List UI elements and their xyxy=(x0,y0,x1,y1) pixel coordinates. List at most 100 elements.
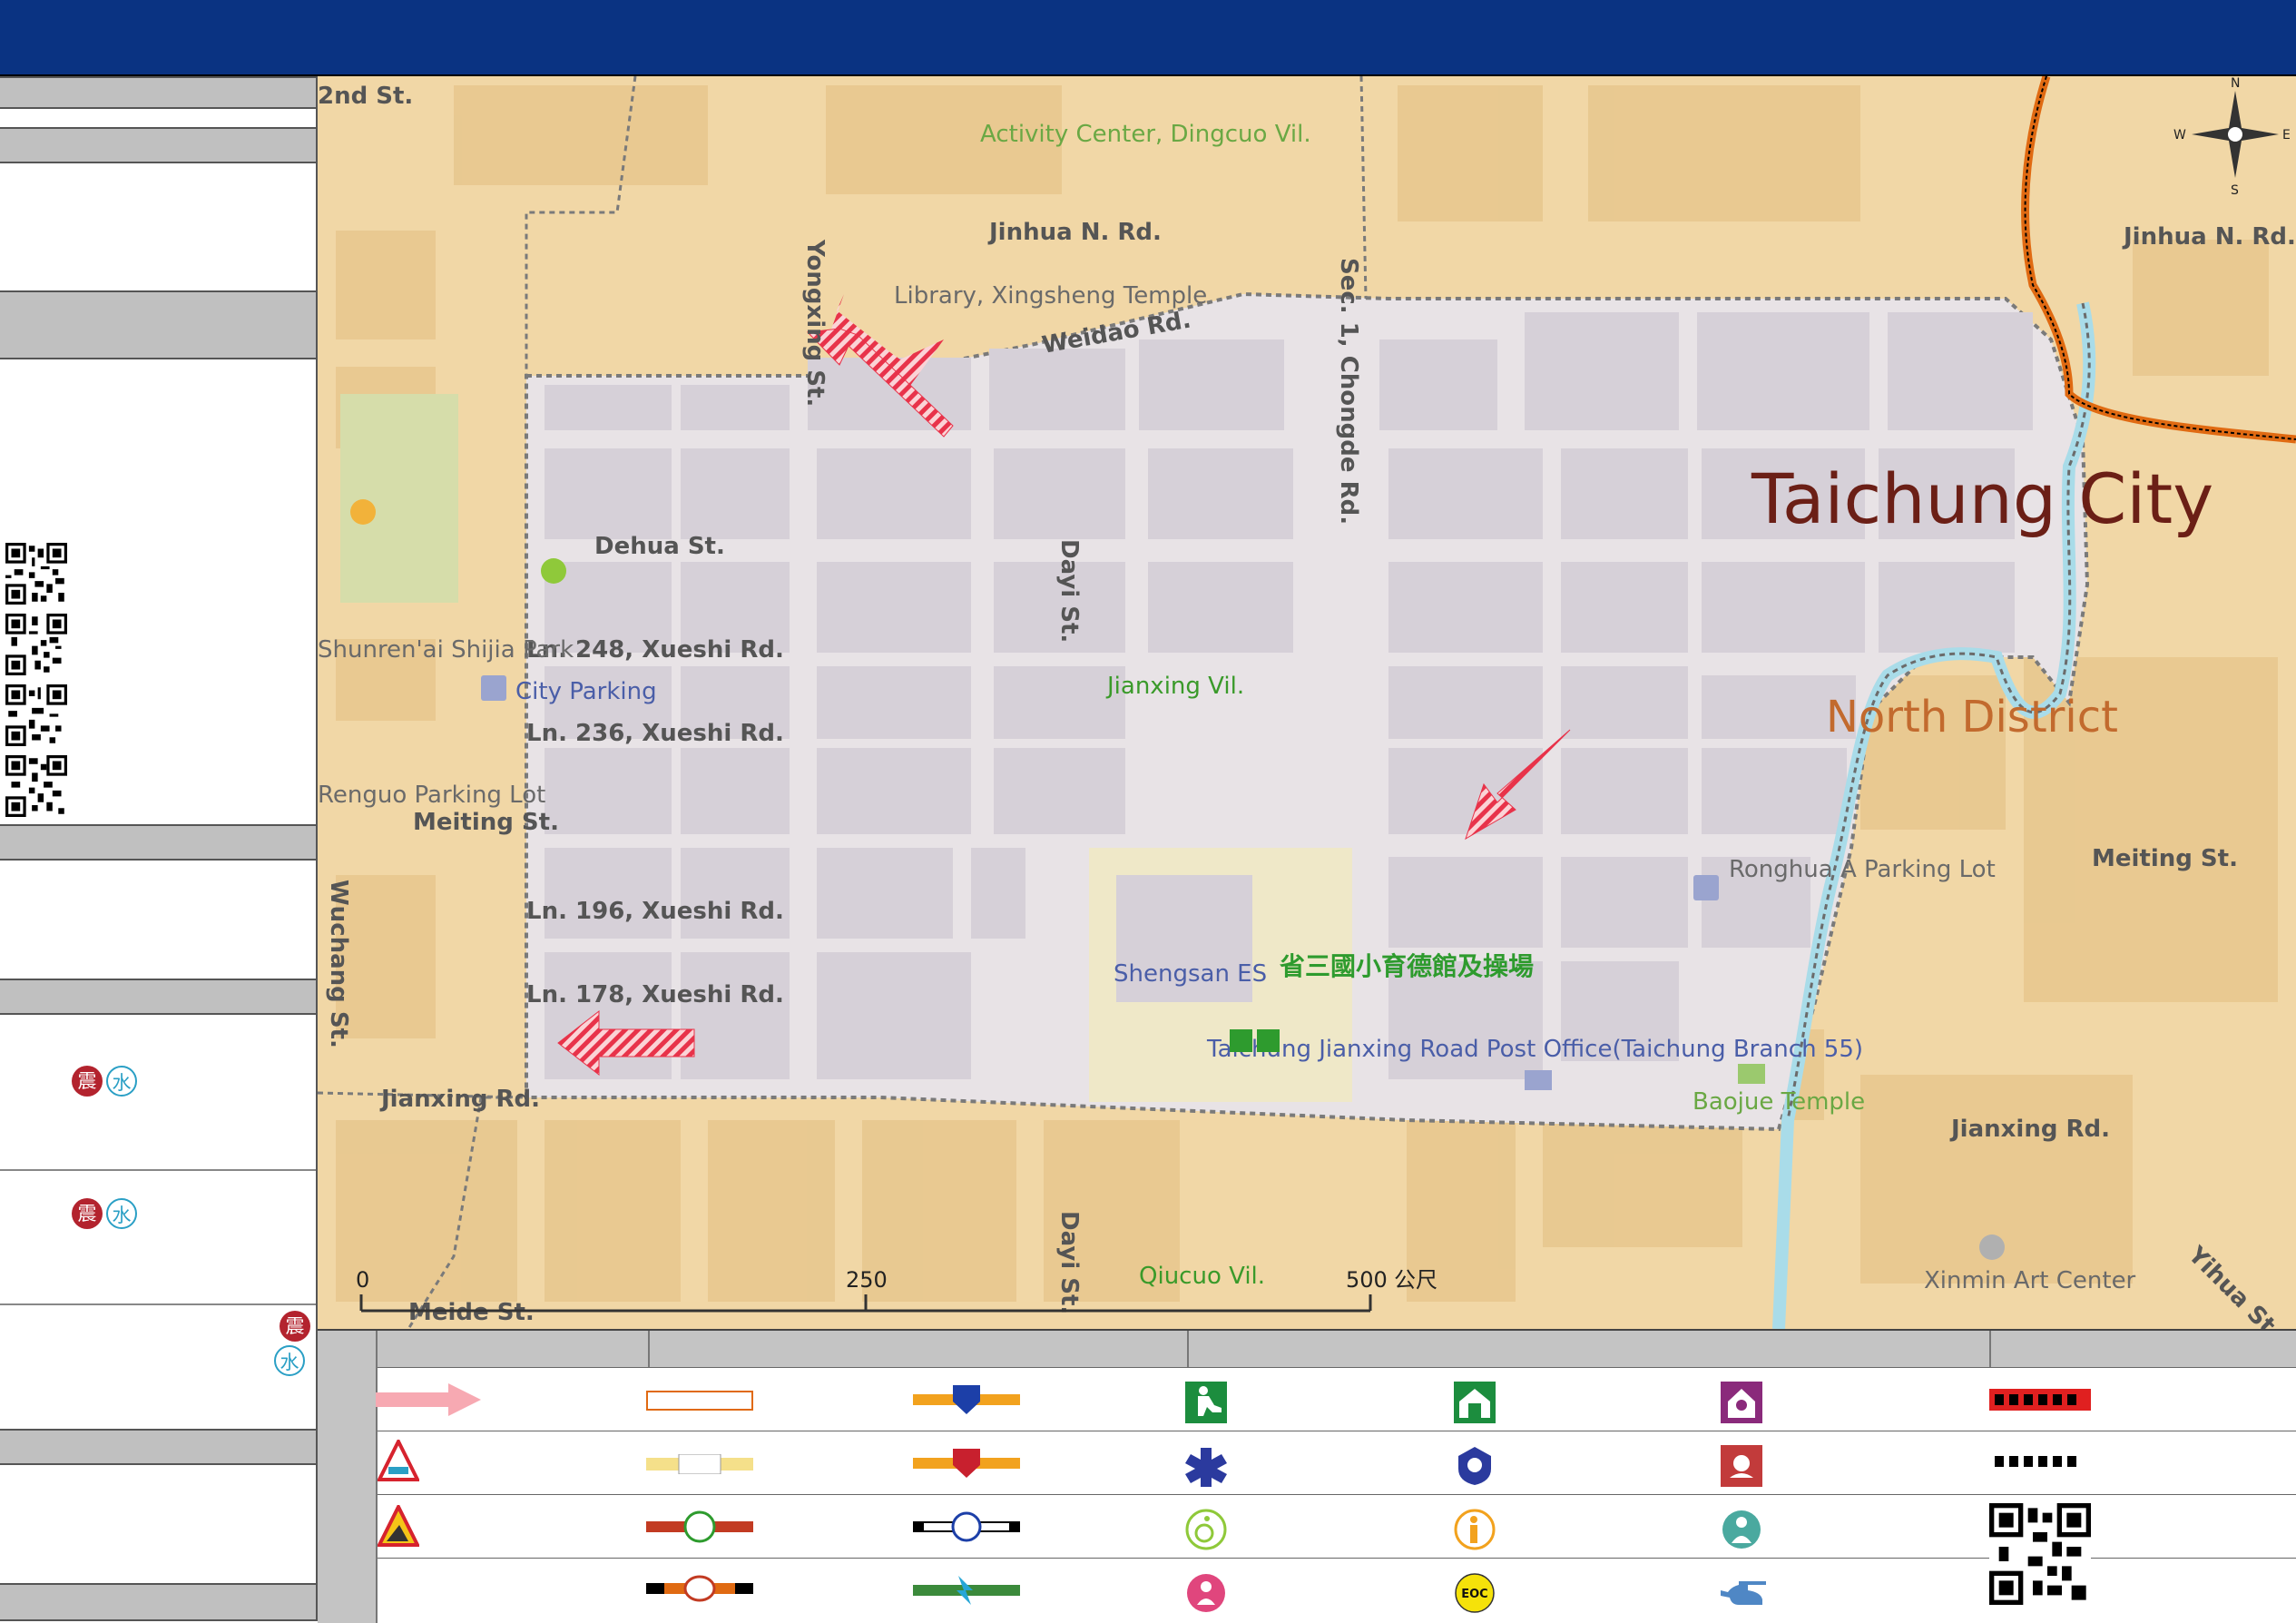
children-care-icon xyxy=(1187,1574,1225,1612)
road-symbol xyxy=(646,1391,753,1411)
village-label: Jianxing Vil. xyxy=(1105,673,1244,700)
elderly-care-icon xyxy=(1454,1509,1496,1550)
svg-text:W: W xyxy=(2173,128,2186,143)
temple-icon xyxy=(1738,1064,1765,1084)
parking-icon xyxy=(1693,875,1719,900)
legend-col-header xyxy=(650,1331,1189,1367)
legend-col-header xyxy=(1189,1331,1991,1367)
parking-icon xyxy=(481,675,506,701)
district-boundary-symbol xyxy=(1989,1389,2091,1411)
earthquake-hazard-icon: 震 xyxy=(72,1066,103,1097)
medical-icon xyxy=(1185,1448,1227,1487)
fire-station-icon xyxy=(1721,1445,1762,1487)
legend-divider xyxy=(378,1367,2296,1368)
road-symbol xyxy=(913,1449,1020,1478)
place-label: Baojue Temple xyxy=(1693,1088,1865,1116)
road-label: Dayi St. xyxy=(1055,539,1083,643)
svg-text:250: 250 xyxy=(846,1267,888,1293)
legend-col-header xyxy=(378,1331,650,1367)
village-label: Qiucuo Vil. xyxy=(1139,1263,1265,1290)
sidebar-header-3 xyxy=(0,824,316,861)
place-label: City Parking xyxy=(515,678,657,705)
sidebar-header-qr xyxy=(0,290,316,359)
road-label: Jianxing Rd. xyxy=(1949,1116,2110,1143)
qr-code[interactable] xyxy=(1989,1503,2091,1605)
road-label: Sec. 1, Chongde Rd. xyxy=(1335,258,1362,525)
sidebar-header-2 xyxy=(0,127,316,163)
flood-hazard-icon: 水 xyxy=(106,1198,137,1229)
health-center-icon xyxy=(1722,1510,1761,1549)
road-symbol xyxy=(646,1454,753,1474)
road-symbol xyxy=(913,1385,1020,1414)
legend-divider xyxy=(378,1494,2296,1495)
place-label: Ronghua A Parking Lot xyxy=(1729,856,1996,883)
wheelchair-icon xyxy=(1185,1509,1227,1550)
svg-text:公尺: 公尺 xyxy=(1394,1267,1437,1293)
place-label: Library, Xingsheng Temple xyxy=(894,282,1207,310)
qr-code[interactable] xyxy=(5,614,67,675)
road-label: Dayi St. xyxy=(1055,1211,1083,1314)
road-label: Meide St. xyxy=(408,1299,535,1326)
village-boundary-symbol xyxy=(1995,1456,2076,1467)
road-label: 2nd St. xyxy=(318,83,413,110)
road-symbol xyxy=(646,1510,753,1543)
svg-text:500: 500 xyxy=(1346,1267,1388,1293)
road-label: Ln. 236, Xueshi Rd. xyxy=(526,720,784,747)
svg-text:EOC: EOC xyxy=(1461,1588,1487,1601)
social-welfare-icon xyxy=(1721,1382,1762,1423)
eoc-icon: EOC xyxy=(1455,1573,1495,1613)
road-symbol xyxy=(646,1575,753,1602)
elderly-care-icon xyxy=(350,499,376,525)
police-icon xyxy=(1458,1447,1491,1485)
post-office-icon xyxy=(1525,1070,1552,1090)
place-label: Taichung Jianxing Road Post Office(Taich… xyxy=(1206,1036,1863,1063)
sidebar-header-6 xyxy=(0,1583,316,1621)
svg-text:E: E xyxy=(2282,128,2291,143)
map-legend: EOC xyxy=(318,1329,2296,1623)
place-label: Shunren'ai Shijia Park xyxy=(318,636,574,664)
evacuation-icon xyxy=(1257,1029,1280,1052)
evacuation-map[interactable]: Taichung City North District Jianxing Vi… xyxy=(318,76,2296,1329)
road-symbol xyxy=(913,1576,1020,1605)
road-label: Ln. 178, Xueshi Rd. xyxy=(526,981,784,1008)
road-label: Yongxing St. xyxy=(801,239,829,407)
road-label: Wuchang St. xyxy=(325,880,352,1048)
road-label: Jianxing Rd. xyxy=(379,1086,540,1113)
flood-hazard-icon: 水 xyxy=(274,1345,305,1376)
district-label: North District xyxy=(1826,692,2118,743)
info-sidebar: 震 水 震 水 震 水 xyxy=(0,76,318,1621)
qr-code[interactable] xyxy=(5,543,67,605)
svg-text:N: N xyxy=(2231,76,2240,91)
road-symbol xyxy=(913,1511,1020,1542)
qr-code[interactable] xyxy=(5,684,67,746)
park-area xyxy=(340,394,458,603)
sidebar-divider xyxy=(0,1303,316,1305)
svg-text:S: S xyxy=(2231,183,2239,198)
sidebar-header-5 xyxy=(0,1429,316,1465)
road-label: Dehua St. xyxy=(594,533,725,560)
road-label: Jinhua N. Rd. xyxy=(2122,223,2296,251)
road-label: Ln. 196, Xueshi Rd. xyxy=(526,898,784,925)
place-label: Shengsan ES xyxy=(1114,960,1267,988)
art-center-icon xyxy=(1979,1234,2005,1260)
sidebar-header-4 xyxy=(0,979,316,1015)
place-label: Renguo Parking Lot xyxy=(318,782,545,809)
legend-col-header xyxy=(1991,1331,2296,1367)
road-label: Meiting St. xyxy=(413,809,559,836)
shelter-label: 省三國小育德館及操場 xyxy=(1280,951,1534,981)
road-label: Jinhua N. Rd. xyxy=(987,219,1162,246)
wheelchair-icon xyxy=(541,558,566,584)
place-label: Xinmin Art Center xyxy=(1924,1267,2136,1294)
flood-warning-icon xyxy=(378,1440,419,1481)
road-label: Meiting St. xyxy=(2092,845,2238,872)
earthquake-hazard-icon: 震 xyxy=(72,1198,103,1229)
shelter-icon xyxy=(1454,1382,1496,1423)
evacuation-site-icon xyxy=(1185,1382,1227,1423)
svg-text:0: 0 xyxy=(356,1267,369,1293)
qr-code[interactable] xyxy=(5,755,67,817)
district-label: Taichung City xyxy=(1751,458,2213,539)
title-bar xyxy=(0,0,2296,76)
earthquake-hazard-icon: 震 xyxy=(280,1311,310,1342)
shelter-icon xyxy=(1230,1029,1252,1052)
sidebar-divider xyxy=(0,1169,316,1171)
